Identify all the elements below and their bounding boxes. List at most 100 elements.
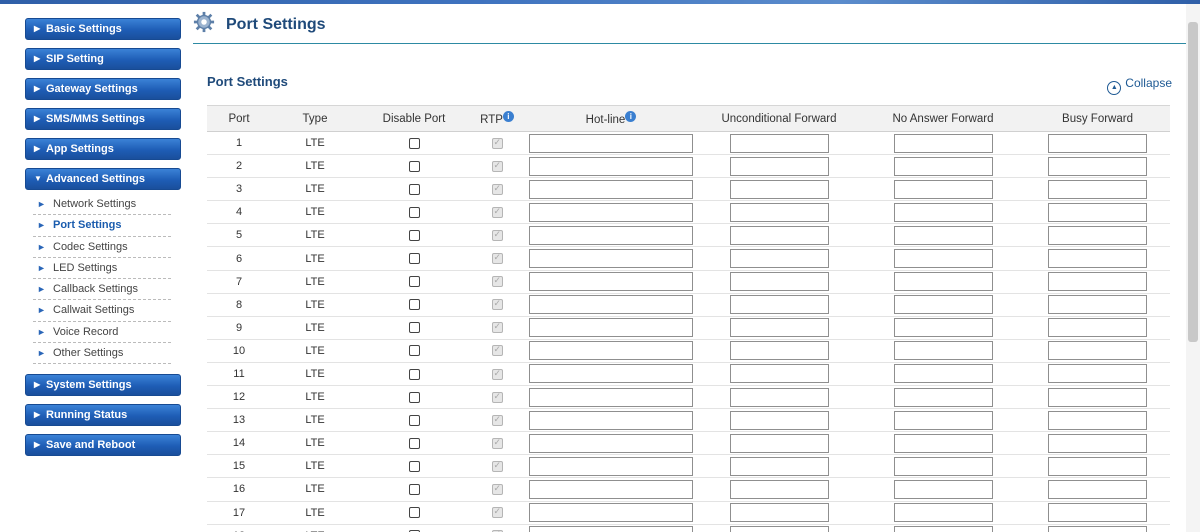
disable-port-checkbox[interactable] — [408, 253, 420, 265]
unconditional-forward-input[interactable] — [729, 249, 829, 269]
disable-port-checkbox[interactable] — [408, 414, 420, 426]
busy-forward-input[interactable] — [1048, 202, 1147, 222]
busy-forward-input[interactable] — [1048, 456, 1147, 476]
unconditional-forward-input[interactable] — [729, 456, 829, 476]
unconditional-forward-input[interactable] — [729, 202, 829, 222]
no-answer-forward-input[interactable] — [893, 272, 993, 292]
hotline-input[interactable] — [529, 272, 693, 292]
busy-forward-input[interactable] — [1048, 526, 1147, 532]
sidebar-item-other-settings[interactable]: ► Other Settings — [33, 343, 171, 365]
no-answer-forward-input[interactable] — [893, 433, 993, 453]
nav-save-and-reboot[interactable]: ▶ Save and Reboot — [25, 434, 181, 457]
hotline-input[interactable] — [529, 249, 693, 269]
info-icon[interactable]: i — [502, 111, 514, 122]
busy-forward-input[interactable] — [1048, 433, 1147, 453]
disable-port-checkbox[interactable] — [408, 299, 420, 311]
busy-forward-input[interactable] — [1048, 503, 1147, 523]
unconditional-forward-input[interactable] — [729, 225, 829, 245]
no-answer-forward-input[interactable] — [893, 364, 993, 384]
disable-port-checkbox[interactable] — [408, 368, 420, 380]
hotline-input[interactable] — [529, 295, 693, 315]
no-answer-forward-input[interactable] — [893, 225, 993, 245]
no-answer-forward-input[interactable] — [893, 295, 993, 315]
unconditional-forward-input[interactable] — [729, 364, 829, 384]
nav-sms-mms-settings[interactable]: ▶ SMS/MMS Settings — [25, 108, 181, 130]
hotline-input[interactable] — [529, 225, 693, 245]
hotline-input[interactable] — [529, 133, 693, 153]
unconditional-forward-input[interactable] — [729, 133, 829, 153]
busy-forward-input[interactable] — [1048, 156, 1147, 176]
unconditional-forward-input[interactable] — [729, 179, 829, 199]
hotline-input[interactable] — [529, 456, 693, 476]
hotline-input[interactable] — [529, 479, 693, 499]
no-answer-forward-input[interactable] — [893, 479, 993, 499]
unconditional-forward-input[interactable] — [729, 387, 829, 407]
hotline-input[interactable] — [529, 364, 693, 384]
disable-port-checkbox[interactable] — [408, 183, 420, 195]
scrollbar-thumb[interactable] — [1188, 22, 1198, 342]
sidebar-item-led-settings[interactable]: ► LED Settings — [33, 258, 171, 280]
sidebar-item-callwait-settings[interactable]: ► Callwait Settings — [33, 300, 171, 322]
no-answer-forward-input[interactable] — [893, 341, 993, 361]
disable-port-checkbox[interactable] — [408, 322, 420, 334]
sidebar-item-callback-settings[interactable]: ► Callback Settings — [33, 279, 171, 301]
unconditional-forward-input[interactable] — [729, 318, 829, 338]
unconditional-forward-input[interactable] — [729, 295, 829, 315]
no-answer-forward-input[interactable] — [893, 526, 993, 532]
hotline-input[interactable] — [529, 179, 693, 199]
nav-running-status[interactable]: ▶ Running Status — [25, 404, 181, 427]
busy-forward-input[interactable] — [1048, 272, 1147, 292]
sidebar-item-network-settings[interactable]: ► Network Settings — [33, 194, 171, 216]
no-answer-forward-input[interactable] — [893, 387, 993, 407]
busy-forward-input[interactable] — [1048, 295, 1147, 315]
no-answer-forward-input[interactable] — [893, 249, 993, 269]
sidebar-item-codec-settings[interactable]: ► Codec Settings — [33, 237, 171, 258]
disable-port-checkbox[interactable] — [408, 484, 420, 496]
hotline-input[interactable] — [529, 387, 693, 407]
busy-forward-input[interactable] — [1048, 179, 1147, 199]
sidebar-item-port-settings[interactable]: ► Port Settings — [33, 215, 171, 237]
disable-port-checkbox[interactable] — [408, 206, 420, 218]
busy-forward-input[interactable] — [1048, 318, 1147, 338]
busy-forward-input[interactable] — [1048, 364, 1147, 384]
no-answer-forward-input[interactable] — [893, 456, 993, 476]
no-answer-forward-input[interactable] — [893, 410, 993, 430]
nav-basic-settings[interactable]: ▶ Basic Settings — [25, 18, 181, 40]
busy-forward-input[interactable] — [1048, 249, 1147, 269]
vertical-scrollbar[interactable] — [1186, 4, 1200, 532]
hotline-input[interactable] — [529, 156, 693, 176]
busy-forward-input[interactable] — [1048, 133, 1147, 153]
nav-system-settings[interactable]: ▶ System Settings — [25, 374, 181, 397]
disable-port-checkbox[interactable] — [408, 137, 420, 149]
hotline-input[interactable] — [529, 503, 693, 523]
busy-forward-input[interactable] — [1048, 410, 1147, 430]
nav-app-settings[interactable]: ▶ App Settings — [25, 138, 181, 160]
no-answer-forward-input[interactable] — [893, 156, 993, 176]
busy-forward-input[interactable] — [1048, 387, 1147, 407]
busy-forward-input[interactable] — [1048, 341, 1147, 361]
hotline-input[interactable] — [529, 202, 693, 222]
disable-port-checkbox[interactable] — [408, 391, 420, 403]
sidebar-item-voice-record[interactable]: ► Voice Record — [33, 322, 171, 344]
info-icon[interactable]: i — [625, 111, 637, 122]
disable-port-checkbox[interactable] — [408, 276, 420, 288]
no-answer-forward-input[interactable] — [893, 202, 993, 222]
hotline-input[interactable] — [529, 318, 693, 338]
unconditional-forward-input[interactable] — [729, 156, 829, 176]
hotline-input[interactable] — [529, 526, 693, 532]
disable-port-checkbox[interactable] — [408, 460, 420, 472]
no-answer-forward-input[interactable] — [893, 503, 993, 523]
disable-port-checkbox[interactable] — [408, 437, 420, 449]
unconditional-forward-input[interactable] — [729, 479, 829, 499]
hotline-input[interactable] — [529, 341, 693, 361]
unconditional-forward-input[interactable] — [729, 410, 829, 430]
nav-advanced-settings[interactable]: ▼ Advanced Settings — [25, 168, 181, 190]
hotline-input[interactable] — [529, 410, 693, 430]
busy-forward-input[interactable] — [1048, 225, 1147, 245]
disable-port-checkbox[interactable] — [408, 160, 420, 172]
unconditional-forward-input[interactable] — [729, 272, 829, 292]
hotline-input[interactable] — [529, 433, 693, 453]
unconditional-forward-input[interactable] — [729, 526, 829, 532]
disable-port-checkbox[interactable] — [408, 230, 420, 242]
busy-forward-input[interactable] — [1048, 479, 1147, 499]
